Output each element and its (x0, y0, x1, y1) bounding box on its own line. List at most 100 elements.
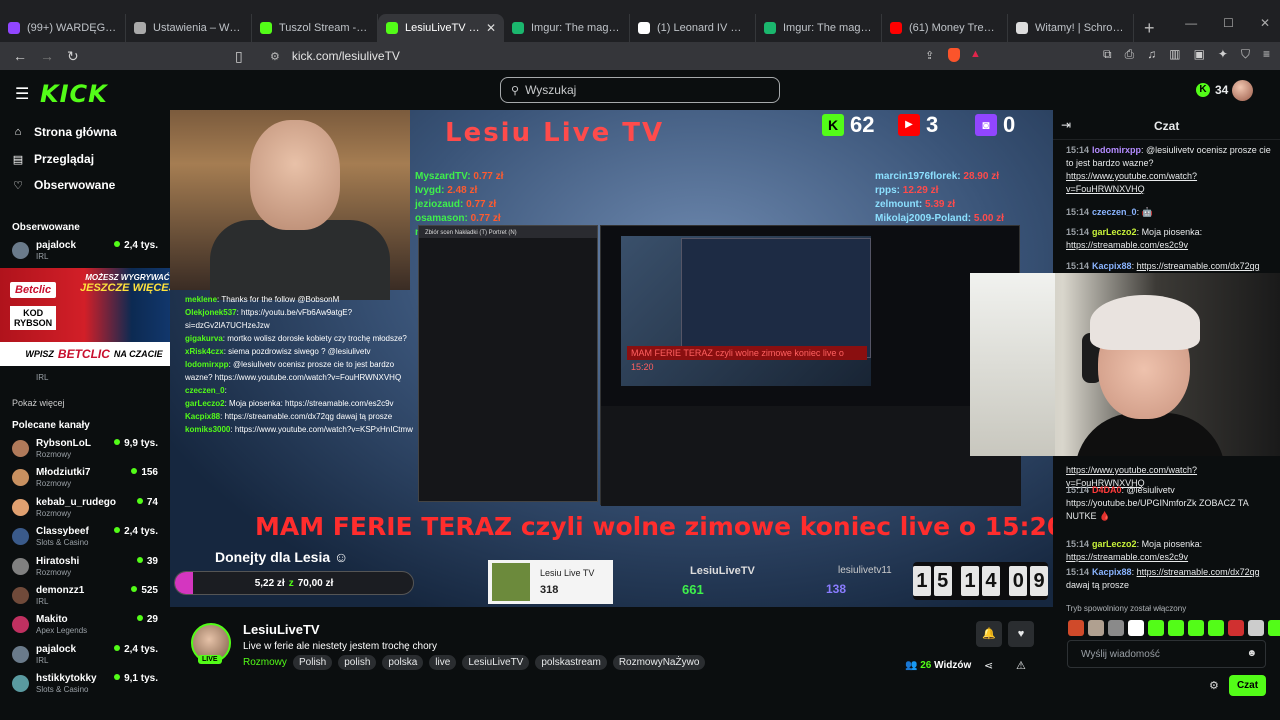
chat-link[interactable]: https://streamable.com/es2c9v (1066, 552, 1188, 562)
channel-name: RybsonLoL (36, 438, 91, 449)
vpn-icon[interactable]: ⛉ (1241, 47, 1250, 62)
sidebar-channel[interactable]: kebab_u_rudego Rozmowy 74 (12, 495, 162, 523)
ad-promo-line1: MOŻESZ WYGRYWAĆ (85, 273, 170, 282)
stream-tag[interactable]: polska (382, 655, 424, 670)
twitch-viewer-stat: ◙ 0 (975, 112, 1015, 138)
stream-tag[interactable]: polish (338, 655, 377, 670)
browser-tab[interactable]: Imgur: The magic of the In (504, 14, 630, 42)
brave-shield-icon[interactable] (948, 48, 960, 62)
sidebar-icon[interactable]: ▥ (1169, 47, 1180, 62)
screenshot-icon[interactable]: ⎙ (1125, 47, 1135, 62)
stream-tag[interactable]: polskastream (535, 655, 607, 670)
chat-link[interactable]: https://www.youtube.com/watch?v=FouHRWNX… (1066, 171, 1197, 194)
chat-emote-icon[interactable] (1248, 620, 1264, 636)
chat-emote-icon[interactable] (1188, 620, 1204, 636)
report-icon[interactable]: ⚠ (1016, 659, 1026, 672)
new-tab-button[interactable]: + (1144, 14, 1155, 42)
sidebar-channel[interactable]: Makito Apex Legends 29 (12, 612, 162, 640)
minimize-icon[interactable]: — (1185, 16, 1197, 30)
chat-emote-icon[interactable] (1108, 620, 1124, 636)
chat-link[interactable]: https://streamable.com/dx72qg (1137, 261, 1260, 271)
chat-username[interactable]: garLeczo2 (1092, 539, 1137, 549)
close-window-icon[interactable]: ✕ (1260, 16, 1270, 30)
chat-username[interactable]: lodomirxpp (1092, 145, 1141, 155)
hamburger-menu-icon[interactable]: ☰ (15, 84, 29, 104)
menu-icon[interactable]: ≡ (1263, 47, 1270, 62)
sidebar-channel[interactable]: pajalock IRL 2,4 tys. (12, 238, 162, 266)
sidebar-channel[interactable]: Hiratoshi Rozmowy 39 (12, 554, 162, 582)
site-info-icon[interactable]: ⚙ (270, 50, 280, 63)
browser-tab[interactable]: (1) Leonard IV Memsposp (630, 14, 756, 42)
kicks-balance[interactable]: K 34 (1192, 81, 1232, 99)
show-more-link[interactable]: Pokaż więcej (12, 398, 65, 408)
leo-icon[interactable]: ✦ (1218, 47, 1228, 62)
chat-emote-icon[interactable] (1068, 620, 1084, 636)
wallet-icon[interactable]: ▣ (1194, 47, 1205, 62)
emoji-picker-icon[interactable]: ☻ (1246, 648, 1257, 659)
betclic-ad[interactable]: Betclic KOD RYBSON MOŻESZ WYGRYWAĆ JESZCZE… (0, 268, 188, 370)
search-input[interactable]: ⚲ Wyszukaj (500, 77, 780, 103)
user-avatar[interactable] (1232, 80, 1253, 101)
stream-tag[interactable]: Polish (293, 655, 333, 670)
bookmark-icon[interactable]: ▯ (235, 48, 249, 65)
extension-icon[interactable]: ⧉ (1103, 47, 1112, 62)
sidebar-channel[interactable]: pajalock IRL 2,4 tys. (12, 642, 162, 670)
chat-username[interactable]: Kacpix88 (1092, 261, 1132, 271)
chat-emote-icon[interactable] (1228, 620, 1244, 636)
chat-link[interactable]: https://streamable.com/dx72qg (1137, 567, 1260, 577)
chat-username[interactable]: D4DA0 (1092, 485, 1122, 495)
stream-category[interactable]: Rozmowy (243, 657, 287, 668)
channel-name: hstikkytokky (36, 673, 97, 685)
browser-tab[interactable]: (99+) WARDĘGA ODPOWI (0, 14, 126, 42)
browser-tab[interactable]: Tuszol Stream - Watch Liv (252, 14, 378, 42)
browser-tab[interactable]: LesiuLiveTV Stream ✕ (378, 14, 504, 42)
collapse-chat-icon[interactable]: ⇥ (1061, 118, 1071, 132)
browser-tab[interactable]: Witamy! | Schronisko dla (1008, 14, 1134, 42)
sidebar-channel[interactable]: Młodziutki7 Rozmowy 156 (12, 465, 162, 493)
stream-tag[interactable]: live (429, 655, 457, 670)
share-stream-icon[interactable]: ⋖ (984, 659, 993, 672)
chat-message-input[interactable]: Wyślij wiadomość ☻ (1067, 640, 1266, 668)
forward-icon[interactable]: → (40, 48, 54, 64)
browser-tab[interactable]: Ustawienia – Wygląd (126, 14, 252, 42)
chat-settings-icon[interactable]: ⚙ (1209, 679, 1219, 692)
share-icon[interactable]: ⇪ (925, 49, 934, 62)
follow-heart-icon[interactable]: ♥ (1008, 621, 1034, 647)
channel-name[interactable]: LesiuLiveTV (243, 622, 320, 637)
browser-tab[interactable]: (61) Money Trees - YouTub (882, 14, 1008, 42)
browser-toolbar: ← → ↻ ▯ ⚙ kick.com/lesiuliveTV ⇪ ▲ ⧉ ⎙ ♫… (0, 42, 1280, 70)
sidebar-channel[interactable]: hstikkytokky Slots & Casino 9,1 tys. (12, 671, 162, 699)
stream-tag[interactable]: RozmowyNaŻywo (612, 655, 706, 670)
music-icon[interactable]: ♫ (1147, 47, 1156, 62)
nav-home[interactable]: ⌂ Strona główna (12, 125, 117, 139)
sidebar-channel[interactable]: Classybeef Slots & Casino 2,4 tys. (12, 524, 162, 552)
maximize-icon[interactable]: ☐ (1223, 16, 1234, 30)
chat-emote-icon[interactable] (1128, 620, 1144, 636)
chat-emote-icon[interactable] (1148, 620, 1164, 636)
kick-logo[interactable]: KICK (40, 80, 108, 108)
reload-icon[interactable]: ↻ (67, 48, 81, 65)
video-player[interactable]: Lesiu Live TV K 62 ▶ 3 ◙ 0 MyszardTV: 0.77 … (170, 110, 1053, 607)
address-bar[interactable]: ⚙ kick.com/lesiuliveTV (270, 45, 990, 67)
tab-close-icon[interactable]: ✕ (486, 21, 496, 35)
stream-tag[interactable]: LesiuLiveTV (462, 655, 530, 670)
sidebar-channel[interactable]: RybsonLoL Rozmowy 9,9 tys. (12, 436, 162, 464)
brave-rewards-icon[interactable]: ▲ (970, 48, 981, 60)
chat-link[interactable]: https://streamable.com/es2c9v (1066, 240, 1188, 250)
chat-username[interactable]: garLeczo2 (1092, 227, 1137, 237)
notification-bell-icon[interactable]: 🔔 (976, 621, 1002, 647)
nav-browse[interactable]: ▤ Przeglądaj (12, 152, 94, 166)
chat-emote-icon[interactable] (1168, 620, 1184, 636)
channel-name: Hiratoshi (36, 555, 80, 567)
back-icon[interactable]: ← (13, 48, 27, 64)
chat-send-button[interactable]: Czat (1229, 675, 1266, 696)
browser-tab[interactable]: Imgur: The magic of the In (756, 14, 882, 42)
chat-username[interactable]: czeczen_0 (1092, 207, 1137, 217)
chat-emote-icon[interactable] (1088, 620, 1104, 636)
sidebar-channel[interactable]: demonzz1 IRL 525 (12, 583, 162, 611)
chat-emote-icon[interactable] (1268, 620, 1280, 636)
nav-following[interactable]: ♡ Obserwowane (12, 178, 115, 192)
chat-emote-icon[interactable] (1208, 620, 1224, 636)
chat-username[interactable]: Kacpix88 (1092, 567, 1132, 577)
donor-amount: 0.77 zł (466, 199, 497, 210)
